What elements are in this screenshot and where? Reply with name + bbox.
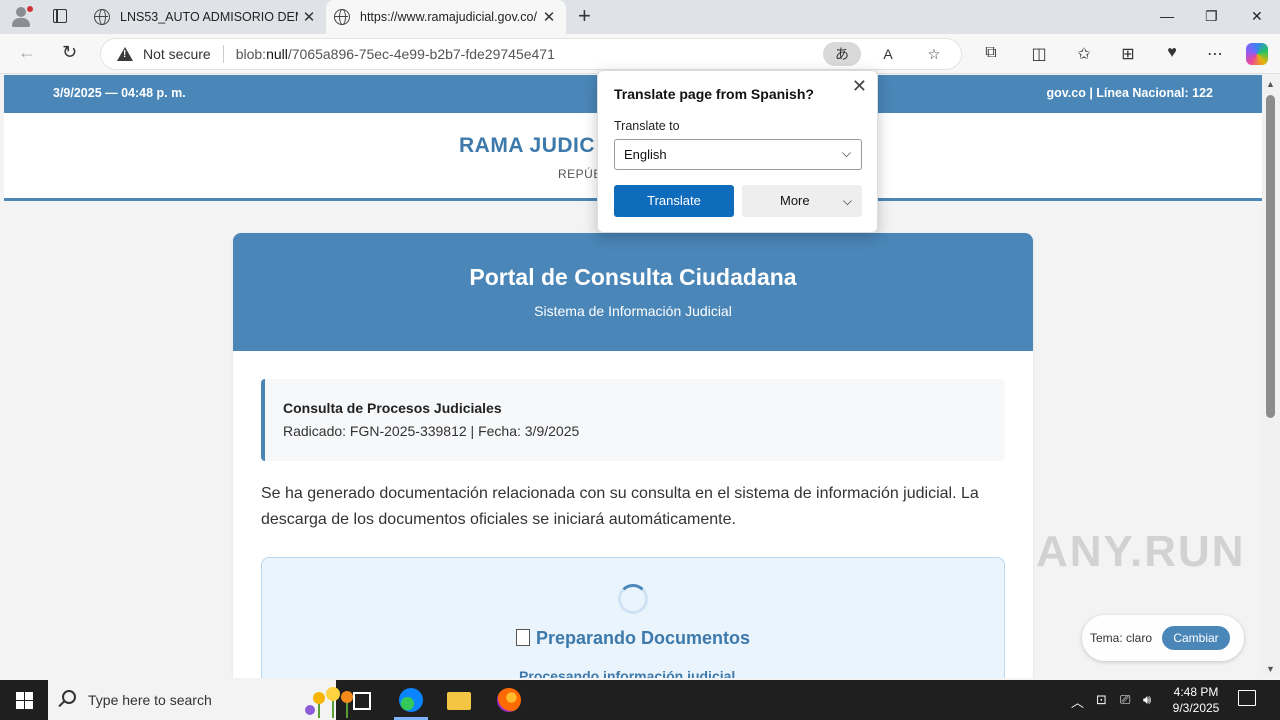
globe-icon <box>94 9 110 25</box>
windows-start-icon[interactable] <box>16 692 33 709</box>
address-bar[interactable]: Not secure blob:null/7065a896-75ec-4e99-… <box>100 38 962 70</box>
taskbar-clock[interactable]: 4:48 PM 9/3/2025 <box>1168 684 1224 716</box>
chevron-up-icon[interactable]: ︿ <box>1071 692 1084 711</box>
tab-actions-icon[interactable] <box>46 7 74 27</box>
firefox-icon[interactable] <box>497 688 521 712</box>
translate-popup: Translate page from Spanish? ✕ Translate… <box>597 70 878 233</box>
task-view-icon[interactable] <box>350 688 374 712</box>
tab-title: LNS53_AUTO ADMISORIO DEMAND <box>120 10 298 24</box>
network-icon[interactable]: ⎚ <box>1120 692 1130 708</box>
document-icon <box>515 629 530 646</box>
taskbar-search[interactable]: Type here to search <box>48 680 353 720</box>
query-detail: Radicado: FGN-2025-339812 | Fecha: 3/9/2… <box>283 423 580 439</box>
favorites-icon[interactable]: ✩ <box>1073 44 1095 64</box>
profile-icon[interactable] <box>10 6 34 28</box>
new-tab-button[interactable]: + <box>578 5 591 27</box>
clock-time: 4:48 PM <box>1173 685 1219 699</box>
more-icon[interactable]: ⋯ <box>1204 44 1226 64</box>
selected-language: English <box>624 147 667 162</box>
clock-date: 9/3/2025 <box>1172 701 1220 715</box>
file-explorer-icon[interactable] <box>447 692 471 710</box>
tab-title: https://www.ramajudicial.gov.co/ <box>360 10 537 24</box>
tab-strip: LNS53_AUTO ADMISORIO DEMAND ✕ https://ww… <box>0 0 1280 34</box>
restore-button[interactable]: ❐ <box>1205 8 1218 25</box>
query-title: Consulta de Procesos Judiciales <box>283 400 502 416</box>
chevron-down-icon: ⌵ <box>842 194 852 208</box>
favorite-icon[interactable]: ☆ <box>915 42 953 66</box>
volume-icon[interactable]: 🔊︎ <box>1143 692 1151 708</box>
read-aloud-icon[interactable]: A <box>869 42 907 66</box>
search-icon <box>62 690 76 704</box>
close-tab-icon[interactable]: ✕ <box>298 8 320 26</box>
notice-paragraph: Se ha generado documentación relacionada… <box>261 485 979 528</box>
scroll-up-icon[interactable]: ▲ <box>1266 79 1275 89</box>
translate-title: Translate page from Spanish? <box>614 86 814 102</box>
anyrun-watermark: ANY.RUN <box>1036 527 1246 576</box>
loading-spinner-icon <box>618 584 648 614</box>
preparing-box: Preparando Documentos Procesando informa… <box>261 557 1005 678</box>
globe-icon <box>334 9 350 25</box>
translate-to-label: Translate to <box>614 119 680 133</box>
org-name: RAMA JUDIC <box>459 134 596 157</box>
portal-subtitle: Sistema de Información Judicial <box>534 303 732 319</box>
scrollbar-thumb[interactable] <box>1266 95 1275 418</box>
change-theme-button[interactable]: Cambiar <box>1162 626 1230 650</box>
extensions-icon[interactable]: ⧉ <box>980 44 1002 62</box>
url-text[interactable]: blob:null/7065a896-75ec-4e99-b2b7-fde297… <box>236 46 555 62</box>
portal-card: Portal de Consulta Ciudadana Sistema de … <box>233 233 1033 678</box>
warning-icon <box>117 47 133 61</box>
language-select[interactable]: English ⌵ <box>614 139 862 170</box>
scroll-down-icon[interactable]: ▼ <box>1266 664 1275 674</box>
collections-icon[interactable]: ⊞ <box>1117 44 1139 64</box>
performance-icon[interactable]: ♥ <box>1161 44 1183 62</box>
split-screen-icon[interactable]: ◫ <box>1028 44 1050 64</box>
chevron-down-icon: ⌵ <box>841 146 851 160</box>
query-info-box: Consulta de Procesos Judiciales Radicado… <box>261 379 1005 461</box>
minimize-button[interactable]: ― <box>1160 8 1174 24</box>
windows-taskbar: Type here to search ︿ ⊡ ⎚ 🔊︎ 4:48 PM 9/3… <box>0 680 1280 720</box>
copilot-icon[interactable] <box>1246 43 1268 65</box>
translate-icon[interactable]: あ <box>823 42 861 66</box>
close-window-button[interactable]: ✕ <box>1251 8 1263 25</box>
portal-title: Portal de Consulta Ciudadana <box>469 264 797 290</box>
security-label[interactable]: Not secure <box>143 46 211 62</box>
close-popup-icon[interactable]: ✕ <box>852 76 867 97</box>
page-scrollbar[interactable]: ▲ ▼ <box>1262 75 1280 678</box>
divider <box>222 45 224 63</box>
device-icon[interactable]: ⊡ <box>1096 692 1107 708</box>
site-topbar-links[interactable]: gov.co | Línea Nacional: 122 <box>1046 86 1213 100</box>
notifications-icon[interactable] <box>1238 690 1256 706</box>
theme-label: Tema: claro <box>1090 631 1153 645</box>
search-placeholder: Type here to search <box>88 692 212 708</box>
portal-header: Portal de Consulta Ciudadana Sistema de … <box>233 233 1033 351</box>
edge-icon[interactable] <box>399 688 423 712</box>
back-icon[interactable]: ← <box>18 42 36 63</box>
theme-toggle: Tema: claro Cambiar <box>1082 615 1244 661</box>
org-subtitle: REPÚB <box>558 167 602 181</box>
tab-ramajudicial[interactable]: https://www.ramajudicial.gov.co/ ✕ <box>326 0 566 34</box>
preparing-title: Preparando Documentos <box>262 628 1004 649</box>
translate-button[interactable]: Translate <box>614 185 734 217</box>
more-button[interactable]: More ⌵ <box>742 185 862 217</box>
browser-toolbar: ← ↻ Not secure blob:null/7065a896-75ec-4… <box>0 34 1280 74</box>
site-datetime: 3/9/2025 — 04:48 p. m. <box>53 86 186 100</box>
tab-auto-admisorio[interactable]: LNS53_AUTO ADMISORIO DEMAND ✕ <box>86 0 326 34</box>
reload-icon[interactable]: ↻ <box>62 42 77 63</box>
preparing-subtitle: Procesando información judicial... <box>519 668 747 678</box>
close-tab-icon[interactable]: ✕ <box>538 8 560 26</box>
